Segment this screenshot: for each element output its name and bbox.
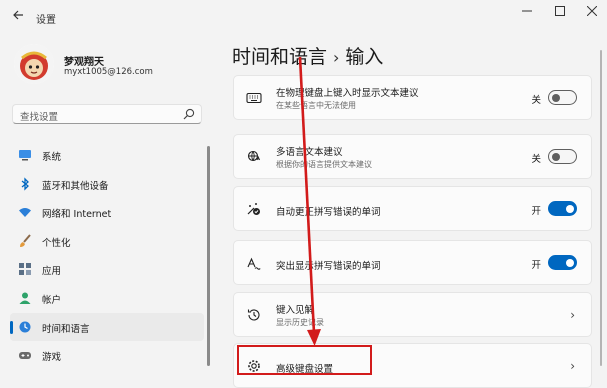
sidebar-scrollbar[interactable] bbox=[207, 140, 211, 366]
breadcrumb-separator: › bbox=[333, 48, 340, 67]
sidebar-item-label: 系统 bbox=[42, 152, 62, 163]
setting-title: 键入见解 bbox=[276, 305, 315, 316]
autocorrect-icon bbox=[247, 203, 260, 215]
sidebar-item-accounts[interactable]: 帐户 bbox=[10, 284, 204, 313]
toggle-state-label: 开 bbox=[531, 206, 541, 217]
sidebar-item-label: 网络和 Internet bbox=[42, 209, 112, 221]
maximize-button[interactable] bbox=[545, 4, 575, 22]
multilingual-toggle[interactable] bbox=[548, 149, 577, 164]
setting-title: 突出显示拼写错误的单词 bbox=[276, 261, 381, 272]
setting-description: 在某些语言中无法使用 bbox=[276, 101, 356, 110]
brush-icon bbox=[20, 234, 31, 247]
sidebar-item-personalization[interactable]: 个性化 bbox=[10, 227, 204, 256]
bluetooth-icon bbox=[21, 177, 29, 191]
search-input[interactable]: 查找设置 bbox=[12, 104, 202, 124]
sidebar-item-label: 蓝牙和其他设备 bbox=[42, 180, 109, 192]
apps-icon bbox=[19, 263, 31, 276]
sidebar-scrollbar-thumb[interactable] bbox=[207, 146, 210, 366]
back-arrow-icon bbox=[13, 10, 23, 20]
avatar-image bbox=[14, 44, 54, 84]
sidebar-item-label: 游戏 bbox=[42, 352, 62, 364]
spellcheck-icon bbox=[247, 257, 261, 270]
close-icon bbox=[586, 5, 598, 17]
toggle-state-label: 开 bbox=[531, 260, 541, 271]
sidebar-item-time-language[interactable]: 时间和语言 bbox=[10, 312, 204, 342]
app-title: 设置 bbox=[36, 15, 56, 26]
setting-description: 根据你的语言提供文本建议 bbox=[276, 160, 372, 169]
sidebar-item-label: 应用 bbox=[42, 266, 62, 278]
chevron-right-icon: › bbox=[570, 308, 575, 322]
annotation-highlight-box bbox=[237, 345, 372, 375]
history-icon bbox=[247, 309, 260, 321]
toggle-knob bbox=[552, 93, 560, 102]
gamepad-icon bbox=[19, 352, 31, 360]
main-scrollbar[interactable] bbox=[600, 50, 603, 366]
title-bar: 设置 bbox=[0, 0, 607, 34]
close-button[interactable] bbox=[577, 4, 607, 22]
toggle-state-label: 关 bbox=[531, 95, 541, 106]
sidebar-item-system[interactable]: 系统 bbox=[10, 141, 204, 170]
breadcrumb: 时间和语言 › 输入 bbox=[232, 42, 383, 69]
chevron-right-icon: › bbox=[570, 359, 575, 373]
setting-title: 自动更正拼写错误的单词 bbox=[276, 207, 381, 218]
multilingual-icon bbox=[247, 150, 261, 162]
setting-card-autocorrect: 自动更正拼写错误的单词 开 bbox=[233, 186, 592, 231]
keyboard-icon bbox=[246, 92, 262, 104]
person-icon bbox=[19, 292, 31, 304]
sidebar-nav: 系统 蓝牙和其他设备 网络和 Internet 个性化 应用 帐户 时间和语言 … bbox=[10, 141, 204, 370]
toggle-knob bbox=[565, 258, 574, 267]
page-title: 输入 bbox=[345, 46, 384, 68]
setting-card-text-suggestions: 在物理键盘上键入时显示文本建议 在某些语言中无法使用 关 bbox=[233, 75, 592, 120]
sidebar-item-network[interactable]: 网络和 Internet bbox=[10, 198, 204, 227]
sidebar-item-apps[interactable]: 应用 bbox=[10, 255, 204, 284]
setting-title: 在物理键盘上键入时显示文本建议 bbox=[276, 88, 419, 99]
sidebar-item-label: 个性化 bbox=[42, 237, 71, 249]
monitor-icon bbox=[19, 150, 31, 161]
avatar[interactable] bbox=[14, 44, 54, 84]
globe-clock-icon bbox=[19, 321, 31, 333]
back-button[interactable] bbox=[10, 9, 26, 25]
setting-description: 显示历史记录 bbox=[276, 318, 324, 327]
main-scrollbar-thumb[interactable] bbox=[600, 50, 602, 366]
setting-card-spellcheck: 突出显示拼写错误的单词 开 bbox=[233, 240, 592, 285]
toggle-knob bbox=[552, 152, 560, 161]
user-name: 梦观翔天 bbox=[64, 57, 104, 68]
setting-card-multilingual: 多语言文本建议 根据你的语言提供文本建议 关 bbox=[233, 134, 592, 179]
text-suggestions-toggle[interactable] bbox=[548, 90, 577, 105]
maximize-icon bbox=[555, 6, 565, 16]
wifi-icon bbox=[19, 208, 31, 218]
search-placeholder: 查找设置 bbox=[20, 112, 59, 123]
search-icon bbox=[183, 108, 195, 120]
minimize-icon bbox=[522, 10, 532, 12]
minimize-button[interactable] bbox=[512, 4, 542, 22]
breadcrumb-parent[interactable]: 时间和语言 bbox=[232, 46, 327, 68]
sidebar-item-label: 时间和语言 bbox=[42, 323, 90, 335]
autocorrect-toggle[interactable] bbox=[548, 201, 577, 216]
sidebar-item-bluetooth[interactable]: 蓝牙和其他设备 bbox=[10, 170, 204, 199]
user-email: myxt1005@126.com bbox=[64, 67, 153, 77]
toggle-knob bbox=[565, 204, 574, 213]
setting-card-typing-insights[interactable]: 键入见解 显示历史记录 › bbox=[233, 292, 592, 337]
sidebar-item-gaming[interactable]: 游戏 bbox=[10, 341, 204, 370]
sidebar-item-label: 帐户 bbox=[42, 294, 62, 306]
setting-title: 多语言文本建议 bbox=[276, 147, 343, 158]
spellcheck-toggle[interactable] bbox=[548, 255, 577, 270]
toggle-state-label: 关 bbox=[531, 154, 541, 165]
